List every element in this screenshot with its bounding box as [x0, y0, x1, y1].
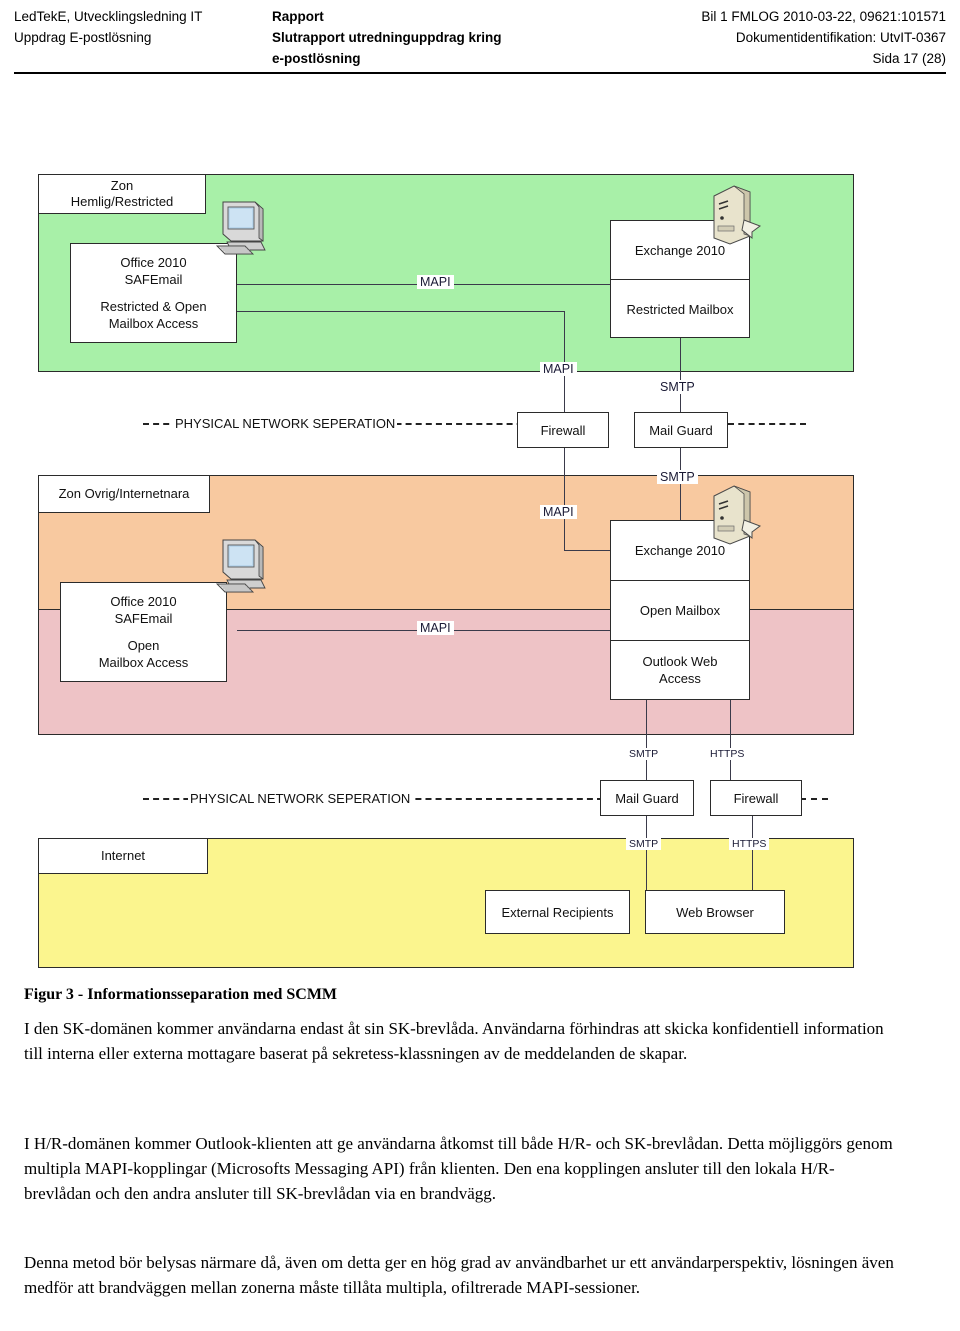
node-mailguard-top-label: Mail Guard [649, 422, 713, 438]
header-reference: Bil 1 FMLOG 2010-03-22, 09621:101571 [701, 9, 946, 24]
proto-label-mapi-open-h: MAPI [417, 621, 454, 635]
node-office-client-secret-line2: SAFEmail [124, 272, 183, 287]
node-office-client-secret-line4: Mailbox Access [108, 316, 199, 331]
body-paragraph-1: I den SK-domänen kommer användarna endas… [24, 1019, 884, 1063]
node-office-client-open-line2: SAFEmail [114, 611, 173, 626]
node-exchange-secret-mailbox: Restricted Mailbox [626, 302, 734, 317]
zone-internet-label-text: Internet [100, 848, 146, 863]
node-office-client-secret-line3: Restricted & Open [100, 299, 207, 314]
proto-label-mapi-secret-upper: MAPI [417, 275, 454, 289]
node-firewall-top: Firewall [517, 412, 609, 448]
line-mapi-firewall-into-exchange [564, 550, 610, 551]
node-web-browser-label: Web Browser [676, 904, 754, 920]
zone-hemlig-label-line2: Hemlig/Restricted [70, 194, 174, 209]
node-office-client-open-line1: Office 2010 [110, 594, 177, 609]
proto-label-https-internet: HTTPS [729, 838, 770, 850]
line-smtp-secret-vertical [680, 338, 681, 415]
proto-label-smtp-open-down: SMTP [657, 470, 698, 484]
page-header: LedTekE, Utvecklingsledning IT Uppdrag E… [14, 6, 946, 68]
proto-label-smtp-internet: SMTP [626, 838, 662, 850]
zone-hemlig-restricted-label: Zon Hemlig/Restricted [38, 174, 206, 214]
zone-hemlig-label-line1: Zon [110, 178, 134, 193]
figure-caption: Figur 3 - Informationsseparation med SCM… [24, 986, 338, 1003]
proto-label-smtp-owa-down: SMTP [626, 748, 662, 760]
node-external-recipients: External Recipients [485, 890, 630, 934]
node-office-client-open-line3: Open [127, 638, 160, 653]
node-mailguard-top: Mail Guard [634, 412, 728, 448]
node-office-client-secret-line1: Office 2010 [120, 255, 187, 270]
header-doctype: Rapport [272, 9, 324, 24]
proto-label-mapi-open-down: MAPI [540, 505, 577, 519]
body-paragraph-2: I H/R-domänen kommer Outlook-klienten at… [24, 1134, 893, 1203]
line-smtp-owa-down [646, 700, 647, 780]
node-firewall-top-label: Firewall [540, 422, 586, 438]
header-left-block: LedTekE, Utvecklingsledning IT Uppdrag E… [14, 6, 264, 48]
header-docid: Dokumentidentifikation: UtvIT-0367 [735, 30, 946, 45]
body-paragraph-3: Denna metod bör belysas närmare då, även… [24, 1253, 894, 1297]
header-doctitle-line2: e-postlösning [272, 51, 361, 66]
node-web-browser: Web Browser [645, 890, 785, 934]
node-office-client-open-line4: Mailbox Access [98, 655, 189, 670]
node-firewall-bottom-label: Firewall [733, 790, 779, 806]
header-doctitle-line1: Slutrapport utredninguppdrag kring [272, 30, 502, 45]
line-mapi-secret-branch [237, 311, 564, 312]
server-icon-secret [708, 182, 764, 252]
proto-label-mapi-secret-down: MAPI [540, 362, 577, 376]
line-mapi-firewall-down [564, 448, 565, 550]
architecture-diagram: Zon Hemlig/Restricted MAPI MAPI SMTP Off… [0, 150, 960, 985]
separator-top-label: PHYSICAL NETWORK SEPERATION [173, 415, 398, 432]
header-center-block: Rapport Slutrapport utredninguppdrag kri… [272, 6, 572, 69]
node-external-recipients-label: External Recipients [501, 904, 614, 920]
node-office-client-secret: Office 2010 SAFEmail Restricted & Open M… [70, 243, 237, 343]
line-smtp-internet-down [646, 816, 647, 890]
workstation-icon-secret [215, 200, 281, 260]
workstation-icon-open [215, 538, 281, 598]
header-org-line: LedTekE, Utvecklingsledning IT [14, 9, 203, 24]
proto-label-smtp-secret-down: SMTP [657, 380, 698, 394]
node-mailguard-bottom: Mail Guard [600, 780, 694, 816]
zone-ovrig-label: Zon Ovrig/Internetnara [58, 486, 190, 501]
line-https-owa-down [730, 700, 731, 780]
separator-bottom-label: PHYSICAL NETWORK SEPERATION [188, 790, 413, 807]
header-right-block: Bil 1 FMLOG 2010-03-22, 09621:101571 Dok… [556, 6, 946, 69]
proto-label-https-owa-down: HTTPS [707, 748, 748, 760]
node-exchange-open-mailbox: Open Mailbox [611, 581, 749, 641]
header-divider-rule [14, 72, 946, 74]
line-https-internet-down [752, 816, 753, 890]
zone-internet-label: Internet [38, 838, 208, 874]
node-exchange-open-owa: Outlook Web Access [642, 654, 718, 686]
node-mailguard-bottom-label: Mail Guard [615, 790, 679, 806]
header-assignment-line: Uppdrag E-postlösning [14, 30, 152, 45]
server-icon-open [708, 482, 764, 552]
node-firewall-bottom: Firewall [710, 780, 802, 816]
line-smtp-mailguard-down [680, 448, 681, 520]
header-page-number: Sida 17 (28) [872, 51, 946, 66]
zone-ovrig-internetnara-label: Zon Ovrig/Internetnara [38, 475, 210, 513]
node-office-client-open: Office 2010 SAFEmail Open Mailbox Access [60, 582, 227, 682]
separator-top-dash-right [728, 423, 806, 425]
separator-top-row: PHYSICAL NETWORK SEPERATION [38, 415, 854, 433]
